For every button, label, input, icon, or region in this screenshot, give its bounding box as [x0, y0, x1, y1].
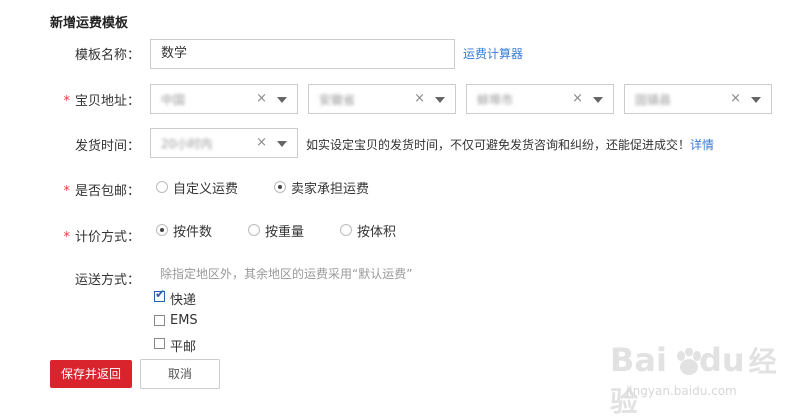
city-value: 蚌埠市	[477, 93, 514, 107]
radio-by-volume[interactable]	[340, 224, 352, 236]
clear-icon[interactable]: ×	[730, 91, 741, 106]
clear-icon[interactable]: ×	[256, 135, 267, 150]
delivery-hint: 除指定地区外，其余地区的运费采用“默认运费”	[160, 267, 413, 281]
province-value: 安徽省	[319, 93, 356, 107]
county-value: 固镇县	[635, 93, 672, 107]
chevron-down-icon	[751, 97, 761, 103]
watermark-url: jingyan.baidu.com	[626, 384, 737, 398]
by-volume-option-label: 按体积	[357, 225, 397, 240]
chevron-down-icon	[435, 97, 445, 103]
baidu-watermark-logo: Bai du 经验	[610, 341, 777, 418]
radio-custom-freight[interactable]	[156, 181, 168, 193]
county-select[interactable]: 固镇县 ×	[624, 84, 772, 114]
by-piece-option-label: 按件数	[173, 225, 213, 240]
clear-icon[interactable]: ×	[572, 91, 583, 106]
city-select[interactable]: 蚌埠市 ×	[466, 84, 614, 114]
by-weight-option-label: 按重量	[265, 225, 305, 240]
radio-seller-pays[interactable]	[274, 181, 286, 193]
radio-by-piece[interactable]	[156, 224, 168, 236]
checkbox-surface-mail[interactable]	[154, 338, 165, 349]
chevron-down-icon	[277, 97, 287, 103]
page-title: 新增运费模板	[50, 16, 129, 31]
checkbox-express[interactable]: ✔	[154, 287, 165, 302]
freight-calculator-link[interactable]: 运费计算器	[463, 45, 523, 62]
ship-time-label: 发货时间：	[74, 139, 140, 154]
paw-icon	[674, 346, 704, 375]
details-link[interactable]: 详情	[690, 138, 714, 152]
seller-pays-option-label: 卖家承担运费	[291, 182, 370, 197]
ship-time-note: 如实设定宝贝的发货时间，不仅可避免发货咨询和纠纷，还能促进成交！详情	[306, 138, 715, 152]
cancel-button[interactable]: 取消	[140, 359, 220, 389]
country-value: 中国	[161, 93, 186, 107]
surface-mail-option-label: 平邮	[170, 340, 197, 355]
ship-time-value: 20小时内	[161, 137, 213, 151]
clear-icon[interactable]: ×	[414, 91, 425, 106]
save-and-return-button[interactable]: 保存并返回	[50, 360, 132, 388]
country-select[interactable]: 中国 ×	[150, 84, 298, 114]
item-address-label: * 宝贝地址：	[63, 94, 140, 109]
custom-freight-option-label: 自定义运费	[173, 182, 239, 197]
chevron-down-icon	[277, 141, 287, 147]
province-select[interactable]: 安徽省 ×	[308, 84, 456, 114]
template-name-label: 模板名称：	[74, 48, 140, 63]
ship-time-select[interactable]: 20小时内 ×	[150, 128, 298, 158]
radio-by-weight[interactable]	[248, 224, 260, 236]
template-name-input[interactable]: 数学	[150, 39, 455, 69]
free-shipping-label: * 是否包邮：	[63, 184, 140, 199]
express-option-label: 快递	[170, 293, 197, 308]
checkbox-ems[interactable]	[154, 315, 165, 326]
delivery-method-label: 运送方式：	[74, 273, 140, 288]
chevron-down-icon	[593, 97, 603, 103]
pricing-method-label: * 计价方式：	[63, 230, 140, 245]
clear-icon[interactable]: ×	[256, 91, 267, 106]
check-icon: ✔	[155, 287, 166, 301]
ems-option-label: EMS	[170, 313, 198, 328]
